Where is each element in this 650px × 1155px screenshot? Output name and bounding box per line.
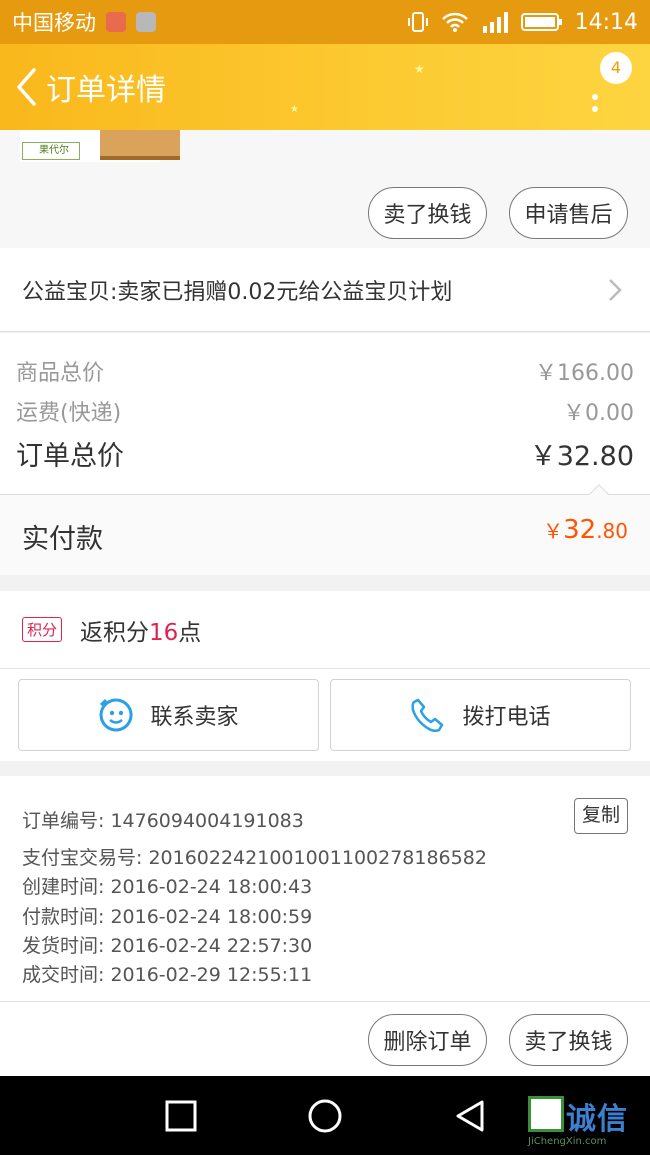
mail-notification-icon [106,12,126,32]
watermark-logo [528,1096,564,1132]
alipay-trade-number: 支付宝交易号: 2016022421001001100278186582 [22,847,487,869]
order-details: 订单编号: 1476094004191083 复制 支付宝交易号: 201602… [0,776,650,1002]
battery-icon [520,13,562,31]
contact-seller-label: 联系卖家 [150,705,239,730]
delete-order-button[interactable]: 删除订单 [368,1014,487,1066]
sparkle-decoration-icon: ★ [290,104,299,115]
points-suffix: 点 [178,619,202,646]
square-icon [165,1100,197,1132]
paid-time: 付款时间: 2016-02-24 18:00:59 [22,906,313,928]
sparkle-decoration-icon: ★ [414,62,425,76]
order-total-label: 订单总价 [16,441,124,472]
goods-total-label: 商品总价 [16,361,105,386]
shipping-row: 运费(快递) ￥0.00 [16,395,634,427]
currency-symbol: ￥ [543,519,564,543]
shop-logo: 果代尔 [22,142,80,160]
back-arrow-icon[interactable] [6,44,46,130]
paid-label: 实付款 [22,524,103,555]
completed-time: 成交时间: 2016-02-29 12:55:11 [22,964,313,986]
product-thumbnail[interactable]: 果代尔 [20,130,180,162]
phone-icon [410,697,446,733]
call-phone-button[interactable]: 拨打电话 [330,679,631,751]
charity-row[interactable]: 公益宝贝:卖家已捐赠0.02元给公益宝贝计划 [0,248,650,332]
order-total-value: ￥32.80 [529,441,634,472]
points-prefix: 返积分 [80,619,150,646]
charity-text: 公益宝贝:卖家已捐赠0.02元给公益宝贝计划 [22,279,453,305]
product-box-image [100,130,180,160]
contact-seller-button[interactable]: 联系卖家 [18,679,319,751]
bottom-actions: 删除订单 卖了换钱 [0,1002,650,1076]
page-title: 订单详情 [46,73,166,108]
watermark-brand: 诚信 [566,1102,628,1137]
recent-apps-button[interactable] [159,1094,203,1138]
points-tag: 积分 [22,617,63,642]
message-count-badge: 4 [600,52,632,84]
order-number: 订单编号: 1476094004191083 [22,810,304,832]
paid-amount: ￥32.80 [543,515,628,545]
circle-icon [308,1099,342,1133]
wifi-icon [441,12,468,32]
home-button[interactable] [303,1094,347,1138]
paid-amount-section: 实付款 ￥32.80 [0,484,650,575]
carrier-name: 中国移动 [12,11,96,35]
sell-exchange-button[interactable]: 卖了换钱 [368,187,487,239]
points-value: 16 [149,619,179,646]
goods-total-row: 商品总价 ￥166.00 [16,355,634,387]
sell-exchange-bottom-button[interactable]: 卖了换钱 [509,1014,628,1066]
gallery-notification-icon [136,12,156,32]
signal-icon [482,12,508,33]
chevron-right-icon [609,279,622,301]
after-sale-button[interactable]: 申请售后 [509,187,628,239]
more-dots-icon [592,94,598,118]
copy-button[interactable]: 复制 [574,798,628,834]
paid-amount-int: 32 [563,515,597,545]
system-nav-bar: 诚信 JiChengXin.com [0,1076,650,1155]
order-total-row: 订单总价 ￥32.80 [16,434,634,473]
shipping-label: 运费(快递) [16,401,122,426]
status-bar: 中国移动 14:14 [0,0,650,44]
points-row: 积分 返积分16点 [0,591,650,669]
watermark-url: JiChengXin.com [528,1136,607,1147]
title-bar: 订单详情 ★ ★ 4 [0,44,650,130]
triangle-back-icon [456,1100,484,1132]
chat-face-icon [98,697,134,733]
points-text: 返积分16点 [80,613,201,647]
created-time: 创建时间: 2016-02-24 18:00:43 [22,876,313,898]
shipped-time: 发货时间: 2016-02-24 22:57:30 [22,935,313,957]
contact-area: 联系卖家 拨打电话 [0,669,650,761]
vibrate-icon [407,12,428,32]
shipping-value: ￥0.00 [563,401,634,426]
price-summary: 商品总价 ￥166.00 运费(快递) ￥0.00 订单总价 ￥32.80 [0,333,650,495]
paid-amount-cents: .80 [596,519,628,543]
clock: 14:14 [574,9,638,35]
watermark: 诚信 JiChengXin.com [528,1094,646,1154]
product-section: 果代尔 卖了换钱 申请售后 [0,130,650,248]
call-phone-label: 拨打电话 [462,705,551,730]
goods-total-value: ￥166.00 [535,361,634,386]
back-button[interactable] [448,1094,492,1138]
